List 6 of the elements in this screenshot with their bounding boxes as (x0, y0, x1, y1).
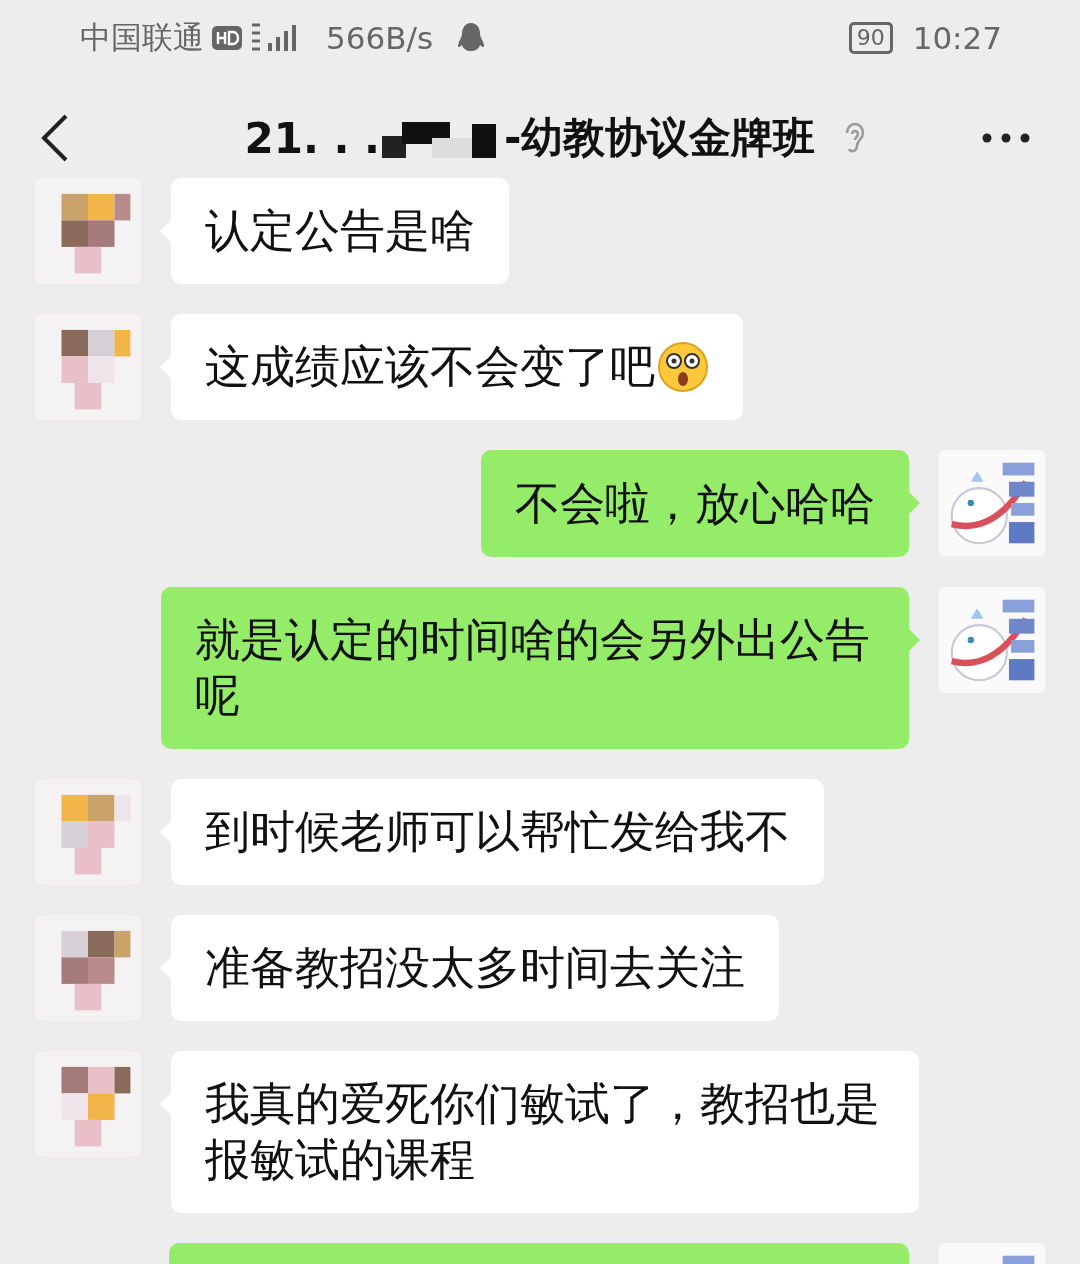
network-speed: 566B/s (326, 20, 434, 56)
chat-title: -幼教协议金牌班 (504, 112, 816, 164)
chat-title: 21. . . (244, 113, 381, 163)
carrier-name: 中国联通 (80, 18, 204, 57)
clock-time: 10:27 (912, 20, 1002, 56)
battery-icon: 90 (848, 22, 893, 54)
